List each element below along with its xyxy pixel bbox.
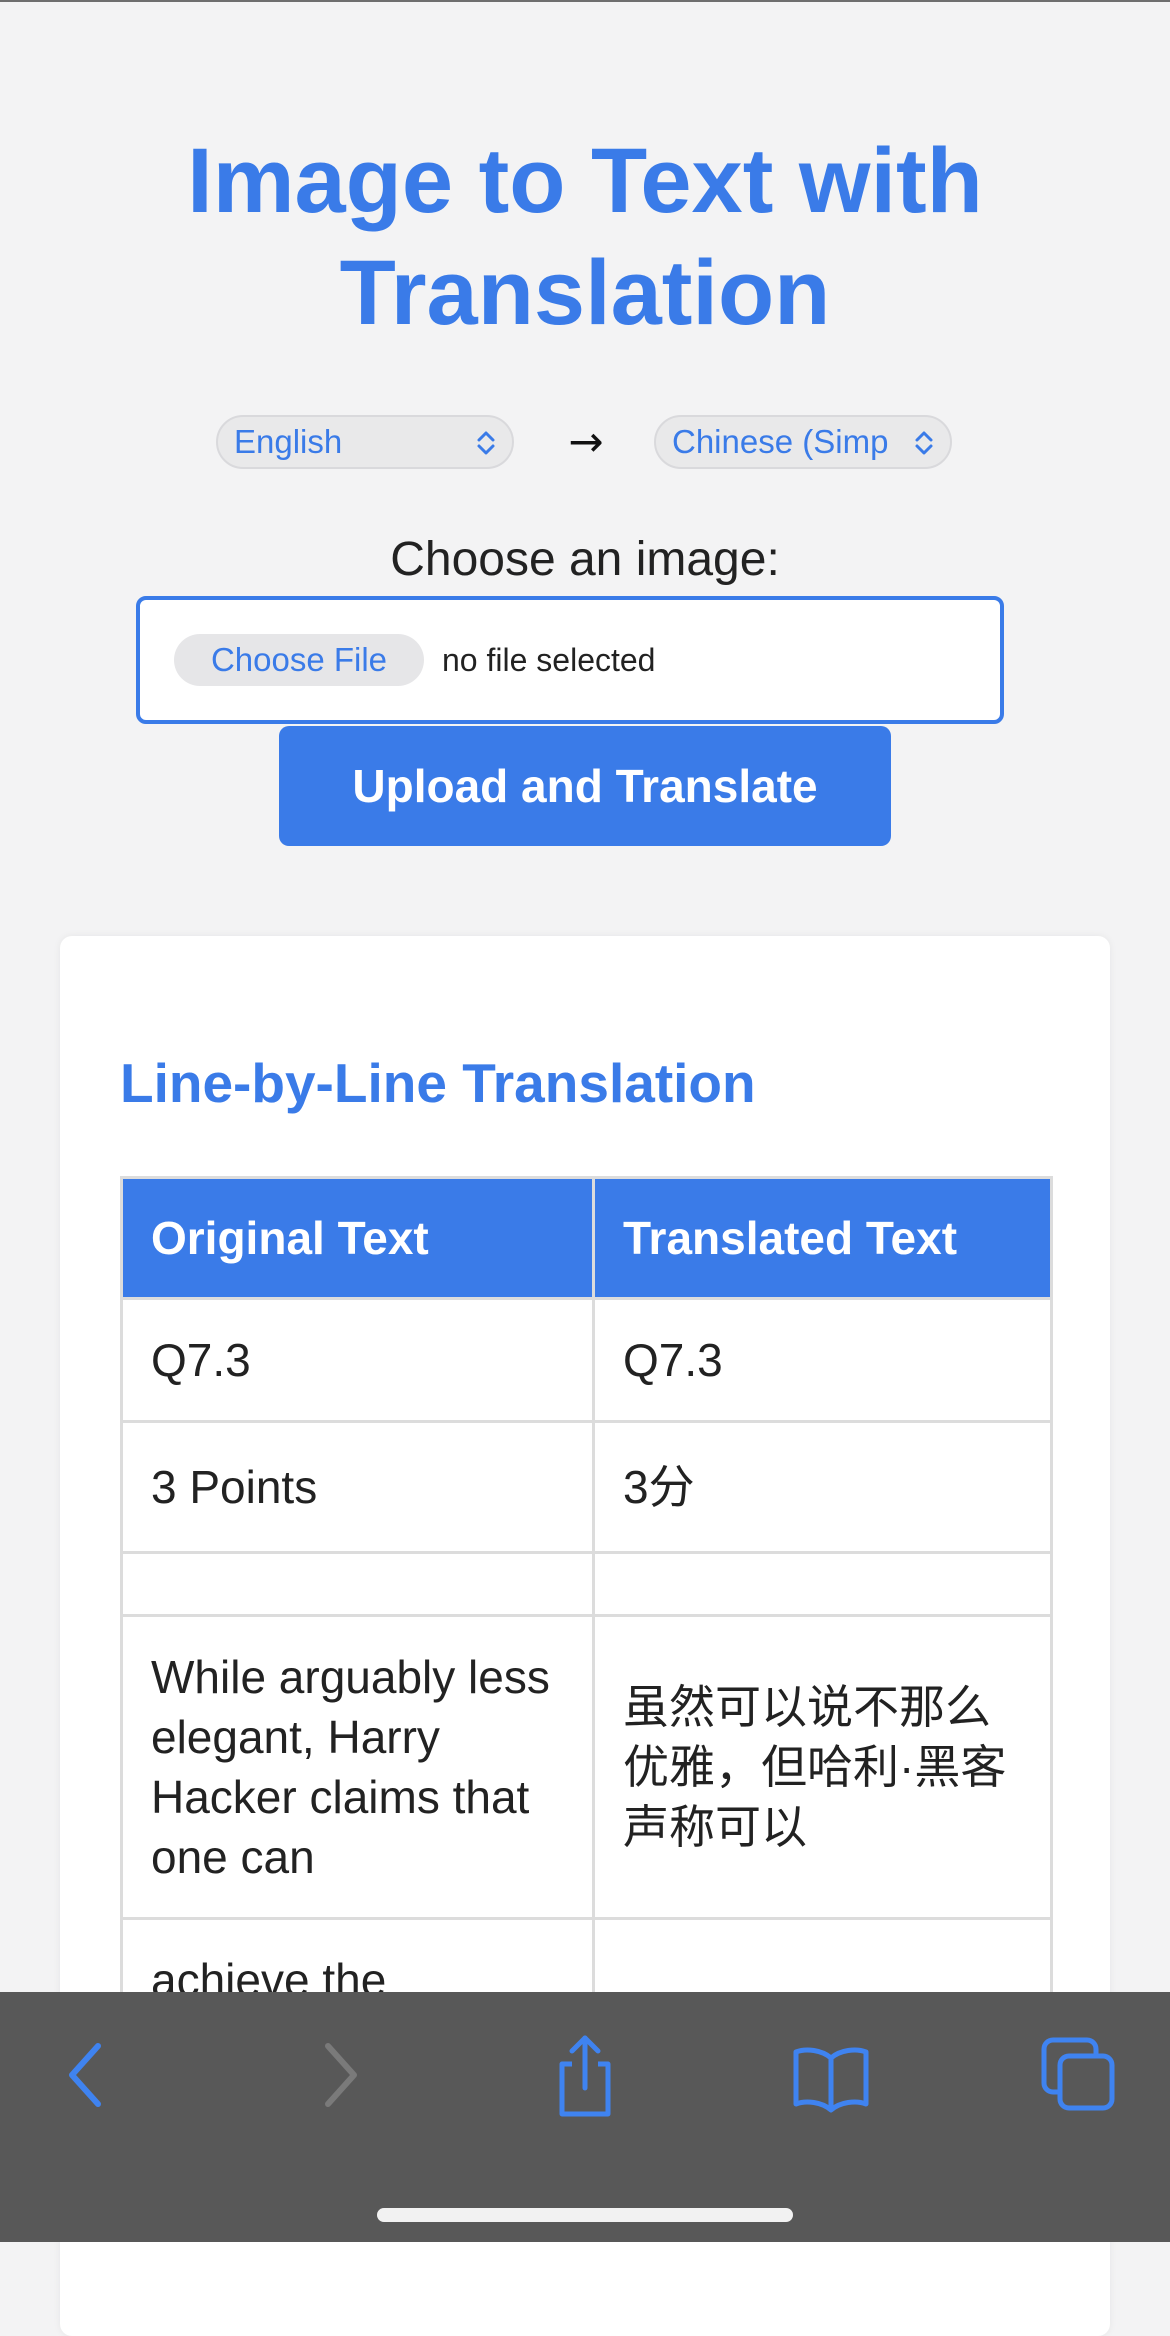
column-header-translated: Translated Text	[592, 1176, 1053, 1300]
translation-table: Original Text Translated Text Q7.3 Q7.3 …	[120, 1176, 1053, 2043]
table-row	[120, 1551, 1053, 1617]
forward-icon	[325, 2043, 357, 2107]
file-input[interactable]: Choose File no file selected	[136, 596, 1004, 724]
choose-file-button[interactable]: Choose File	[174, 634, 424, 686]
upload-and-translate-button[interactable]: Upload and Translate	[279, 726, 891, 846]
chevron-updown-icon	[915, 431, 933, 455]
target-language-value: Chinese (Simp	[672, 423, 889, 460]
source-language-select[interactable]: English	[216, 415, 514, 469]
back-button[interactable]	[42, 2030, 132, 2120]
table-header-row: Original Text Translated Text	[120, 1176, 1053, 1300]
table-row: While arguably less elegant, Harry Hacke…	[120, 1614, 1053, 1920]
translated-text-cell: 3分	[592, 1420, 1053, 1554]
original-text-cell	[120, 1551, 595, 1617]
tabs-button[interactable]	[1034, 2030, 1124, 2120]
translated-text-cell: Q7.3	[592, 1297, 1053, 1423]
forward-button[interactable]	[294, 2030, 384, 2120]
share-button[interactable]	[540, 2030, 630, 2120]
original-text-cell: Q7.3	[120, 1297, 595, 1423]
original-text-cell: 3 Points	[120, 1420, 595, 1554]
file-status-text: no file selected	[442, 642, 656, 678]
column-header-original: Original Text	[120, 1176, 595, 1300]
back-icon	[69, 2043, 101, 2107]
share-icon	[559, 2035, 611, 2117]
source-language-value: English	[234, 423, 343, 460]
chevron-updown-icon	[477, 431, 495, 455]
translated-text-cell: 虽然可以说不那么优雅，但哈利·黑客声称可以	[592, 1614, 1053, 1920]
top-border	[0, 0, 1170, 2]
bookmarks-button[interactable]	[786, 2030, 876, 2120]
browser-toolbar	[0, 1992, 1170, 2242]
original-text-cell: While arguably less elegant, Harry Hacke…	[120, 1614, 595, 1920]
table-row: Q7.3 Q7.3	[120, 1297, 1053, 1423]
home-indicator	[377, 2208, 793, 2222]
language-selector-row: English → Chinese (Simp	[0, 415, 1170, 473]
tabs-icon	[1041, 2037, 1115, 2111]
direction-arrow: →	[568, 417, 604, 466]
translated-text-cell	[592, 1551, 1053, 1617]
results-heading: Line-by-Line Translation	[120, 1052, 756, 1114]
table-row: 3 Points 3分	[120, 1420, 1053, 1554]
bookmarks-icon	[793, 2047, 869, 2113]
page-title: Image to Text with Translation	[187, 130, 983, 344]
target-language-select[interactable]: Chinese (Simp	[654, 415, 952, 469]
choose-image-label: Choose an image:	[390, 533, 780, 586]
